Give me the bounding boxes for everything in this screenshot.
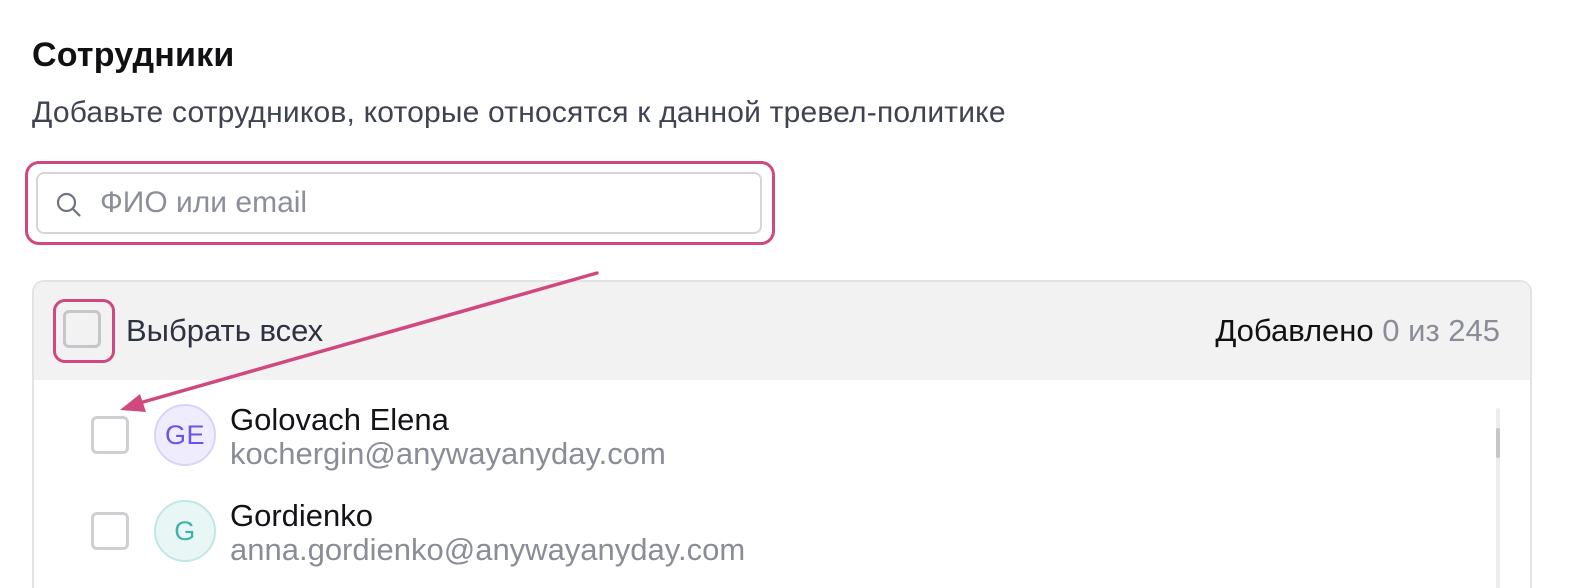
added-counter-label: Добавлено	[1215, 313, 1374, 348]
section-title: Сотрудники	[32, 36, 235, 74]
select-all-label: Выбрать всех	[126, 313, 324, 348]
list-item[interactable]: G Gordienko anna.gordienko@anywayanyday.…	[34, 476, 1494, 572]
search-field[interactable]	[36, 172, 762, 234]
employee-email: anna.gordienko@anywayanyday.com	[230, 532, 746, 567]
select-all-checkbox[interactable]	[63, 310, 101, 348]
employee-email: kochergin@anywayanyday.com	[230, 436, 666, 471]
employee-name: Gordienko	[230, 498, 374, 533]
list-header: Выбрать всех Добавлено 0 из 245	[34, 282, 1530, 380]
avatar: GE	[154, 404, 216, 466]
travel-policy-employees-page: Сотрудники Добавьте сотрудников, которые…	[0, 0, 1582, 588]
employee-list: Выбрать всех Добавлено 0 из 245 GE Golov…	[32, 280, 1532, 588]
avatar: G	[154, 500, 216, 562]
scrollbar-thumb[interactable]	[1496, 428, 1500, 458]
search-input[interactable]	[100, 174, 740, 232]
added-counter: Добавлено 0 из 245	[1215, 313, 1500, 349]
section-subtitle: Добавьте сотрудников, которые относятся …	[32, 96, 1006, 129]
employee-checkbox[interactable]	[91, 512, 129, 550]
added-counter-value: 0 из 245	[1382, 313, 1500, 348]
employee-checkbox[interactable]	[91, 416, 129, 454]
search-icon	[56, 192, 81, 217]
employee-name: Golovach Elena	[230, 402, 449, 437]
list-item[interactable]: GE Golovach Elena kochergin@anywayanyday…	[34, 380, 1494, 476]
